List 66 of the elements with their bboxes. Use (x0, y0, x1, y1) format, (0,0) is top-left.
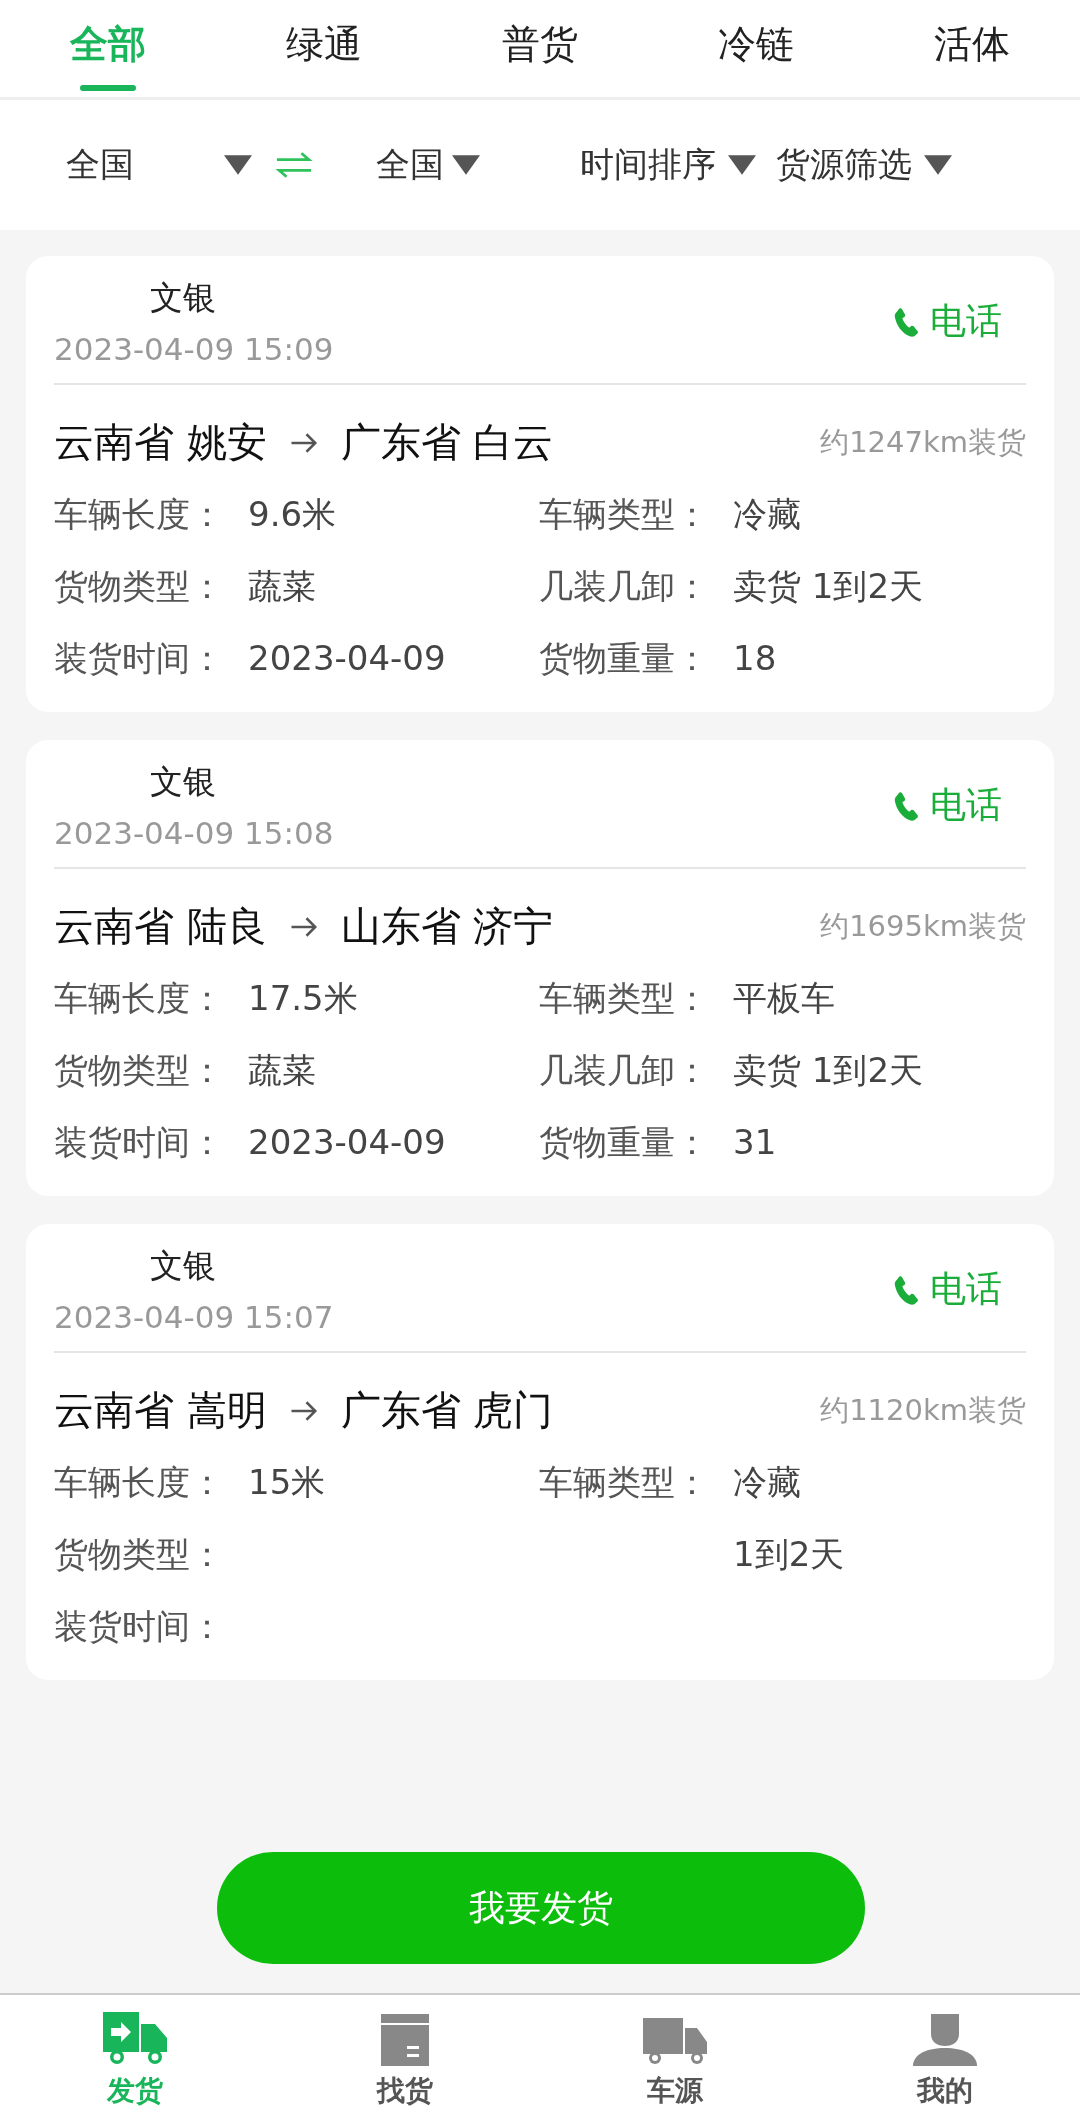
caret-icon (452, 155, 480, 175)
nav-item[interactable]: 我的 (810, 1995, 1080, 2127)
field-value: 2023-04-09 (248, 1121, 446, 1164)
field-label: 车辆长度： (54, 977, 225, 1020)
field-label: 车辆类型： (539, 493, 710, 536)
field-value: 2023-04-09 (248, 637, 446, 680)
shipment-card[interactable]: 文银 2023-04-09 15:07 电话 云南省 嵩明 广东省 虎门 约1120km装货 车辆长度： 15米 车辆类型： 冷藏 货物类型： 1到2天 装货时间： (26, 1224, 1054, 1680)
caret-icon (224, 155, 252, 175)
field-label: 车辆类型： (539, 977, 710, 1020)
category-tab[interactable]: 冷链 (648, 0, 864, 97)
user-icon (913, 2012, 977, 2066)
caret-icon (924, 155, 952, 175)
field-label: 货物类型： (54, 1049, 225, 1092)
distance-text: 约1695km装货 (820, 907, 1026, 945)
origin-text: 云南省 姚安 (54, 418, 267, 467)
shipment-card[interactable]: 文银 2023-04-09 15:09 电话 云南省 姚安 广东省 白云 约1247km装货 车辆长度： 9.6米 车辆类型： 冷藏 货物类型： 蔬菜 几装几卸： 卖货 1到2天 装货时间： 2023-04-09 货物重量： 18 (26, 256, 1054, 712)
field-value: 31 (733, 1121, 777, 1164)
destination-text: 广东省 虎门 (340, 1386, 554, 1435)
field-value: 蔬菜 (248, 1049, 316, 1092)
field-value: 冷藏 (733, 1461, 801, 1504)
destination-text: 广东省 白云 (340, 418, 554, 467)
distance-text: 约1120km装货 (820, 1391, 1026, 1429)
destination-dropdown[interactable]: 全国 (376, 142, 480, 188)
field-label: 装货时间： (54, 637, 225, 680)
field-label: 装货时间： (54, 1605, 225, 1648)
field-value: 17.5米 (248, 977, 358, 1020)
truck-icon (103, 2012, 167, 2066)
shipper-name: 文银 (150, 277, 217, 319)
field-label: 车辆类型： (539, 1461, 710, 1504)
field-label: 货物类型： (54, 565, 225, 608)
field-value: 冷藏 (733, 493, 801, 536)
field-value: 1到2天 (733, 1533, 845, 1576)
distance-text: 约1247km装货 (820, 423, 1026, 461)
origin-text: 云南省 嵩明 (54, 1386, 267, 1435)
field-label: 装货时间： (54, 1121, 225, 1164)
category-tab[interactable]: 普货 (432, 0, 648, 97)
field-label: 货物重量： (539, 637, 710, 680)
category-tab[interactable]: 活体 (864, 0, 1080, 97)
field-label: 货物类型： (54, 1533, 225, 1576)
origin-dropdown[interactable]: 全国 (66, 142, 252, 188)
post-time: 2023-04-09 15:08 (54, 815, 334, 851)
field-value: 蔬菜 (248, 565, 316, 608)
nav-item[interactable]: 车源 (540, 1995, 810, 2127)
field-label: 几装几卸： (539, 1049, 710, 1092)
field-value: 平板车 (733, 977, 835, 1020)
post-time: 2023-04-09 15:09 (54, 331, 334, 367)
field-label: 车辆长度： (54, 1461, 225, 1504)
post-time: 2023-04-09 15:07 (54, 1299, 334, 1335)
field-value: 卖货 1到2天 (733, 1049, 924, 1092)
shipper-name: 文银 (150, 1245, 217, 1287)
field-value: 9.6米 (248, 493, 337, 536)
shipment-card[interactable]: 文银 2023-04-09 15:08 电话 云南省 陆良 山东省 济宁 约1695km装货 车辆长度： 17.5米 车辆类型： 平板车 货物类型： 蔬菜 几装几卸： 卖货 1到2天 装货时间： 2023-04-09 货物重量： 31 (26, 740, 1054, 1196)
caret-icon (728, 155, 756, 175)
field-label: 几装几卸： (539, 565, 710, 608)
field-label: 货物重量： (539, 1121, 710, 1164)
sort-dropdown[interactable]: 时间排序 (580, 142, 756, 188)
category-tab[interactable]: 绿通 (216, 0, 432, 97)
origin-text: 云南省 陆良 (54, 902, 267, 951)
nav-item[interactable]: 找货 (270, 1995, 540, 2127)
field-label: 车辆长度： (54, 493, 225, 536)
shipper-name: 文银 (150, 761, 217, 803)
field-value: 15米 (248, 1461, 326, 1504)
destination-text: 山东省 济宁 (340, 902, 554, 951)
field-value: 卖货 1到2天 (733, 565, 924, 608)
filter-dropdown[interactable]: 货源筛选 (776, 142, 952, 188)
field-value: 18 (733, 637, 777, 680)
